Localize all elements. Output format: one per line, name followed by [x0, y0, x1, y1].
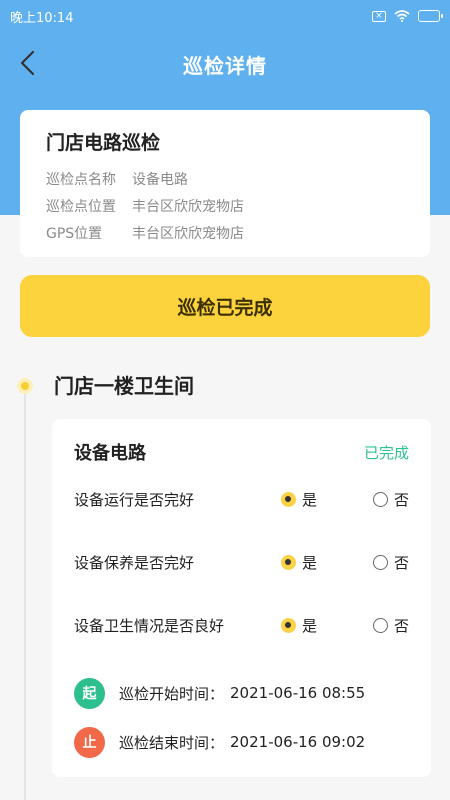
info-value: 丰台区欣欣宠物店	[132, 198, 244, 215]
inspection-item-card: 设备电路 已完成 设备运行是否完好 是 否 设备保养是否完好 是 否 设备卫生情…	[52, 419, 431, 777]
timeline-dot	[17, 378, 33, 394]
back-arrow-icon[interactable]	[14, 48, 44, 78]
info-row-point-location: 巡检点位置 丰台区欣欣宠物店	[46, 192, 404, 219]
option-yes[interactable]: 是	[280, 552, 317, 573]
question-text: 设备运行是否完好	[74, 490, 195, 509]
radio-selected-icon[interactable]	[280, 617, 296, 633]
nav-bar: 巡检详情	[0, 40, 450, 88]
option-no-label: 否	[393, 616, 409, 635]
notification-x-icon: ×	[372, 10, 386, 22]
end-badge-icon: 止	[74, 726, 105, 758]
option-no[interactable]: 否	[372, 615, 409, 636]
start-time-label: 巡检开始时间：	[119, 684, 225, 703]
inspection-completed-button[interactable]: 巡检已完成	[20, 275, 430, 337]
radio-unselected-icon[interactable]	[372, 491, 388, 507]
item-name: 设备电路	[74, 443, 146, 464]
info-label: 巡检点名称	[46, 171, 116, 188]
info-value: 丰台区欣欣宠物店	[132, 225, 244, 242]
info-label: 巡检点位置	[46, 198, 116, 215]
question-text: 设备卫生情况是否良好	[74, 616, 225, 635]
info-value: 设备电路	[132, 171, 188, 188]
question-row: 设备运行是否完好 是 否	[74, 484, 409, 514]
status-bar: 晚上10:14 ×	[0, 0, 450, 32]
timeline-line	[24, 385, 26, 800]
info-row-point-name: 巡检点名称 设备电路	[46, 165, 404, 192]
start-time-row: 起 巡检开始时间： 2021-06-16 08:55	[74, 677, 409, 709]
option-yes[interactable]: 是	[280, 615, 317, 636]
wifi-icon	[394, 10, 410, 22]
end-time-row: 止 巡检结束时间： 2021-06-16 09:02	[74, 726, 409, 758]
option-yes[interactable]: 是	[280, 489, 317, 510]
inspection-title: 门店电路巡检	[46, 132, 161, 154]
option-yes-label: 是	[301, 616, 317, 635]
status-badge: 已完成	[363, 443, 409, 462]
radio-selected-icon[interactable]	[280, 554, 296, 570]
question-text: 设备保养是否完好	[74, 553, 195, 572]
inspection-info-card: 门店电路巡检 巡检点名称 设备电路 巡检点位置 丰台区欣欣宠物店 GPS位置 丰…	[20, 110, 430, 257]
radio-selected-icon[interactable]	[280, 491, 296, 507]
option-yes-label: 是	[301, 553, 317, 572]
status-time: 晚上10:14	[10, 10, 74, 26]
status-icons: ×	[372, 10, 443, 22]
question-row: 设备卫生情况是否良好 是 否	[74, 610, 409, 640]
option-no[interactable]: 否	[372, 552, 409, 573]
info-label: GPS位置	[46, 225, 103, 242]
start-badge-icon: 起	[74, 677, 105, 709]
battery-icon	[418, 10, 443, 22]
end-time-value: 2021-06-16 09:02	[230, 733, 366, 751]
option-no[interactable]: 否	[372, 489, 409, 510]
option-no-label: 否	[393, 490, 409, 509]
end-time-label: 巡检结束时间：	[119, 733, 225, 752]
radio-unselected-icon[interactable]	[372, 617, 388, 633]
option-yes-label: 是	[301, 490, 317, 509]
start-time-value: 2021-06-16 08:55	[230, 684, 366, 702]
question-row: 设备保养是否完好 是 否	[74, 547, 409, 577]
info-row-gps: GPS位置 丰台区欣欣宠物店	[46, 219, 404, 246]
location-section-title: 门店一楼卫生间	[54, 374, 194, 398]
option-no-label: 否	[393, 553, 409, 572]
page-title: 巡检详情	[183, 53, 267, 78]
radio-unselected-icon[interactable]	[372, 554, 388, 570]
item-header: 设备电路 已完成	[74, 439, 409, 465]
